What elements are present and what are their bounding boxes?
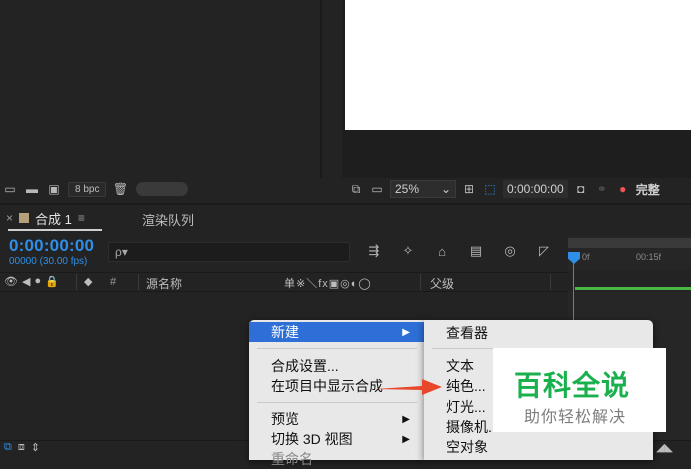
mask-visibility-icon[interactable]: ⬚ [482, 182, 498, 196]
work-area-bar[interactable] [568, 238, 691, 248]
eye-icon[interactable]: 👁 [4, 275, 18, 288]
ruler-tick: 0f [582, 252, 590, 262]
frame-blending-icon[interactable]: ▤ [467, 242, 485, 260]
submenu-arrow-icon: ▶ [402, 413, 410, 425]
column-divider [138, 274, 139, 290]
interpret-footage-icon[interactable]: ▭ [2, 182, 18, 196]
menu-item-preview[interactable]: 预览 ▶ [249, 409, 424, 429]
ruler-tick: 00:15f [636, 252, 662, 262]
tab-composition-1[interactable]: × 合成 1 ≡ [6, 207, 85, 229]
new-folder-icon[interactable]: ▬ [24, 182, 40, 196]
current-time-display[interactable]: 0:00:00:00 [9, 236, 94, 256]
menu-item-new[interactable]: 新建 ▶ [249, 322, 424, 342]
submenu-arrow-icon: ▶ [402, 433, 410, 445]
column-divider [420, 274, 421, 290]
panel-menu-icon[interactable]: ≡ [78, 211, 85, 225]
timeline-tools: ⇶ ✧ ⌂ ▤ ◎ ◸ [365, 242, 553, 260]
composition-flowchart-icon[interactable]: ⇶ [365, 242, 383, 260]
solo-icon[interactable]: ● [34, 275, 41, 288]
menu-separator [257, 348, 417, 349]
modes-toggle-icon[interactable]: ⧈ [18, 441, 25, 454]
column-parent[interactable]: 父级 [430, 275, 454, 292]
active-tab-indicator [8, 229, 102, 231]
menu-item-switch-3d-view[interactable]: 切换 3D 视图 ▶ [249, 429, 424, 449]
composition-canvas[interactable] [345, 0, 691, 130]
bit-depth-button[interactable]: 8 bpc [68, 181, 107, 197]
watermark-title: 百科全说 [514, 370, 631, 401]
draft-3d-icon[interactable]: ✧ [399, 242, 417, 260]
project-toolbar: ▭ ▬ ▣ 8 bpc 🗑 [0, 178, 338, 200]
menu-item-label: 切换 3D 视图 [271, 431, 353, 447]
tab-render-queue[interactable]: 渲染队列 [142, 210, 194, 229]
viewer-toolbar: ⧉ ▭ 25% ⌄ ⊞ ⬚ 0:00:00:00 ◘ ⚭ ● 完整 [342, 178, 691, 200]
zoom-value: 25% [395, 182, 420, 196]
show-snapshot-icon[interactable]: ⚭ [594, 182, 610, 196]
menu-separator [257, 402, 417, 403]
grid-guides-icon[interactable]: ⊞ [461, 182, 477, 196]
snapshot-camera-icon[interactable]: ◘ [573, 182, 589, 196]
in-out-toggle-icon[interactable]: ⇕ [31, 441, 40, 454]
submenu-item-null-object[interactable]: 空对象 [424, 437, 653, 457]
close-icon[interactable]: × [6, 211, 13, 225]
resolution-select[interactable]: 完整 [636, 181, 660, 198]
zoom-select[interactable]: 25% ⌄ [390, 180, 456, 198]
menu-item-composition-settings[interactable]: 合成设置... [249, 356, 424, 376]
layer-search-input[interactable]: ρ▾ [108, 242, 350, 262]
trash-icon[interactable]: 🗑 [112, 182, 128, 196]
tab-label: 合成 1 [35, 211, 72, 227]
color-channels-icon[interactable]: ● [615, 182, 631, 196]
column-switches: 单※＼fx▣◎◐◯ [284, 278, 372, 290]
column-divider [550, 274, 551, 290]
column-number: # [110, 276, 117, 288]
viewer-timecode[interactable]: 0:00:00:00 [503, 180, 568, 198]
shy-layers-icon[interactable]: ⌂ [433, 242, 451, 260]
submenu-arrow-icon: ▶ [402, 326, 410, 338]
project-panel [0, 0, 338, 178]
chevron-down-icon: ⌄ [440, 182, 451, 196]
frame-rate-display: 00000 (30.00 fps) [9, 256, 88, 267]
audio-icon[interactable]: ◀ [22, 275, 30, 288]
layer-switches-toggle-icon[interactable]: ⧉ [4, 441, 12, 454]
menu-item-label: 新建 [271, 324, 299, 340]
watermark-subtitle: 助你轻松解决 [524, 409, 627, 426]
panel-divider[interactable] [320, 0, 322, 178]
column-source-name[interactable]: 源名称 [146, 275, 182, 292]
menu-item-rename[interactable]: 重命名 [249, 449, 424, 469]
lock-icon[interactable]: 🔒 [45, 275, 59, 288]
graph-editor-icon[interactable]: ◸ [535, 242, 553, 260]
monitor-icon[interactable]: ▭ [369, 182, 385, 196]
annotation-arrow-icon [376, 379, 442, 395]
new-composition-icon[interactable]: ▣ [46, 182, 62, 196]
zoom-slider-icon[interactable]: ◢◣ [656, 441, 673, 454]
label-tag-icon[interactable]: ◆ [84, 275, 92, 288]
column-divider [76, 274, 77, 290]
always-preview-icon[interactable]: ⧉ [348, 182, 364, 196]
project-scrollbar[interactable] [136, 182, 189, 196]
bottom-toggles: ⧉ ⧈ ⇕ [4, 441, 40, 454]
motion-blur-icon[interactable]: ◎ [501, 242, 519, 260]
timeline-tabbar [0, 203, 691, 233]
av-feature-switches: 👁 ◀ ● 🔒 [4, 275, 59, 288]
search-icon: ρ▾ [115, 245, 128, 259]
submenu-item-viewer[interactable]: 查看器 [424, 323, 653, 343]
layer-duration-bar [575, 287, 691, 290]
menu-item-label: 预览 [271, 411, 299, 427]
composition-color-swatch [19, 213, 30, 223]
